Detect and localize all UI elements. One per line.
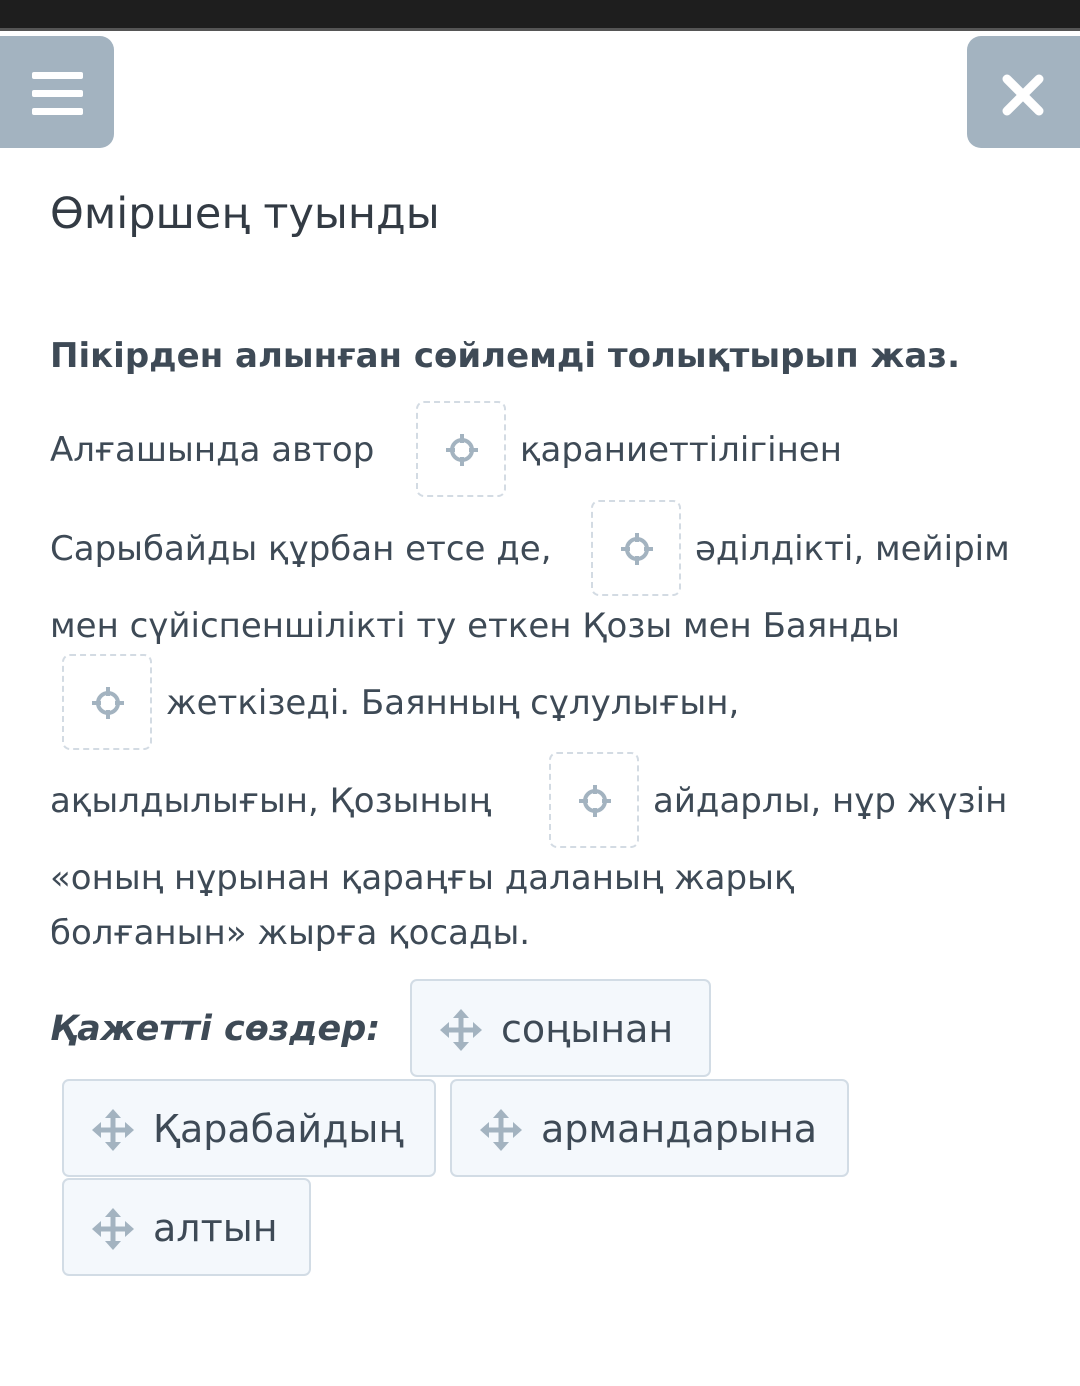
drop-zone-1[interactable] <box>416 401 506 497</box>
drop-zone-2[interactable] <box>591 500 681 596</box>
sentence-text: Алғашында автор <box>50 430 375 470</box>
move-arrows-icon <box>92 1109 134 1151</box>
word-chip[interactable]: алтын <box>62 1178 311 1276</box>
drop-zone-4[interactable] <box>549 752 639 848</box>
word-chip[interactable]: армандарына <box>450 1079 849 1177</box>
word-chip[interactable]: соңынан <box>410 979 711 1077</box>
target-crosshair-icon <box>92 687 124 719</box>
sentence-text: Сарыбайды құрбан етсе де, <box>50 529 552 569</box>
required-words-label: Қажетті сөздер: <box>50 1009 381 1049</box>
sentence-text: айдарлы, нұр жүзін <box>653 781 1008 821</box>
status-bar <box>0 0 1080 28</box>
menu-button[interactable] <box>0 36 114 148</box>
target-crosshair-icon <box>446 434 478 466</box>
sentence-text: «оның нұрынан қараңғы даланың жарық <box>50 858 795 898</box>
target-crosshair-icon <box>579 785 611 817</box>
sentence-text: қарaниеттілігінен <box>520 430 842 470</box>
drop-zone-3[interactable] <box>62 654 152 750</box>
sentence-text: жеткізеді. Баянның сұлулығын, <box>166 683 740 723</box>
status-bar-divider <box>0 28 1080 31</box>
word-chip[interactable]: Қарабайдың <box>62 1079 436 1177</box>
close-x-icon <box>1002 74 1044 116</box>
move-arrows-icon <box>440 1009 482 1051</box>
close-button[interactable] <box>967 36 1080 148</box>
sentence-text: болғанын» жырға қосады. <box>50 913 531 953</box>
word-chip-label: армандарына <box>541 1107 818 1151</box>
sentence-text: әділдікті, мейірім <box>695 529 1010 569</box>
move-arrows-icon <box>92 1208 134 1250</box>
word-chip-label: Қарабайдың <box>153 1107 404 1151</box>
sentence-text: ақылдылығын, Қозының <box>50 781 492 821</box>
word-chip-label: соңынан <box>501 1007 674 1051</box>
word-chip-label: алтын <box>153 1206 278 1250</box>
move-arrows-icon <box>480 1109 522 1151</box>
exercise-instruction: Пікірден алынған сөйлемді толықтырып жаз… <box>50 336 960 376</box>
page-title: Өміршең туынды <box>50 189 440 239</box>
sentence-text: мен сүйіспеншілікті ту еткен Қозы мен Ба… <box>50 606 900 646</box>
target-crosshair-icon <box>621 533 653 565</box>
